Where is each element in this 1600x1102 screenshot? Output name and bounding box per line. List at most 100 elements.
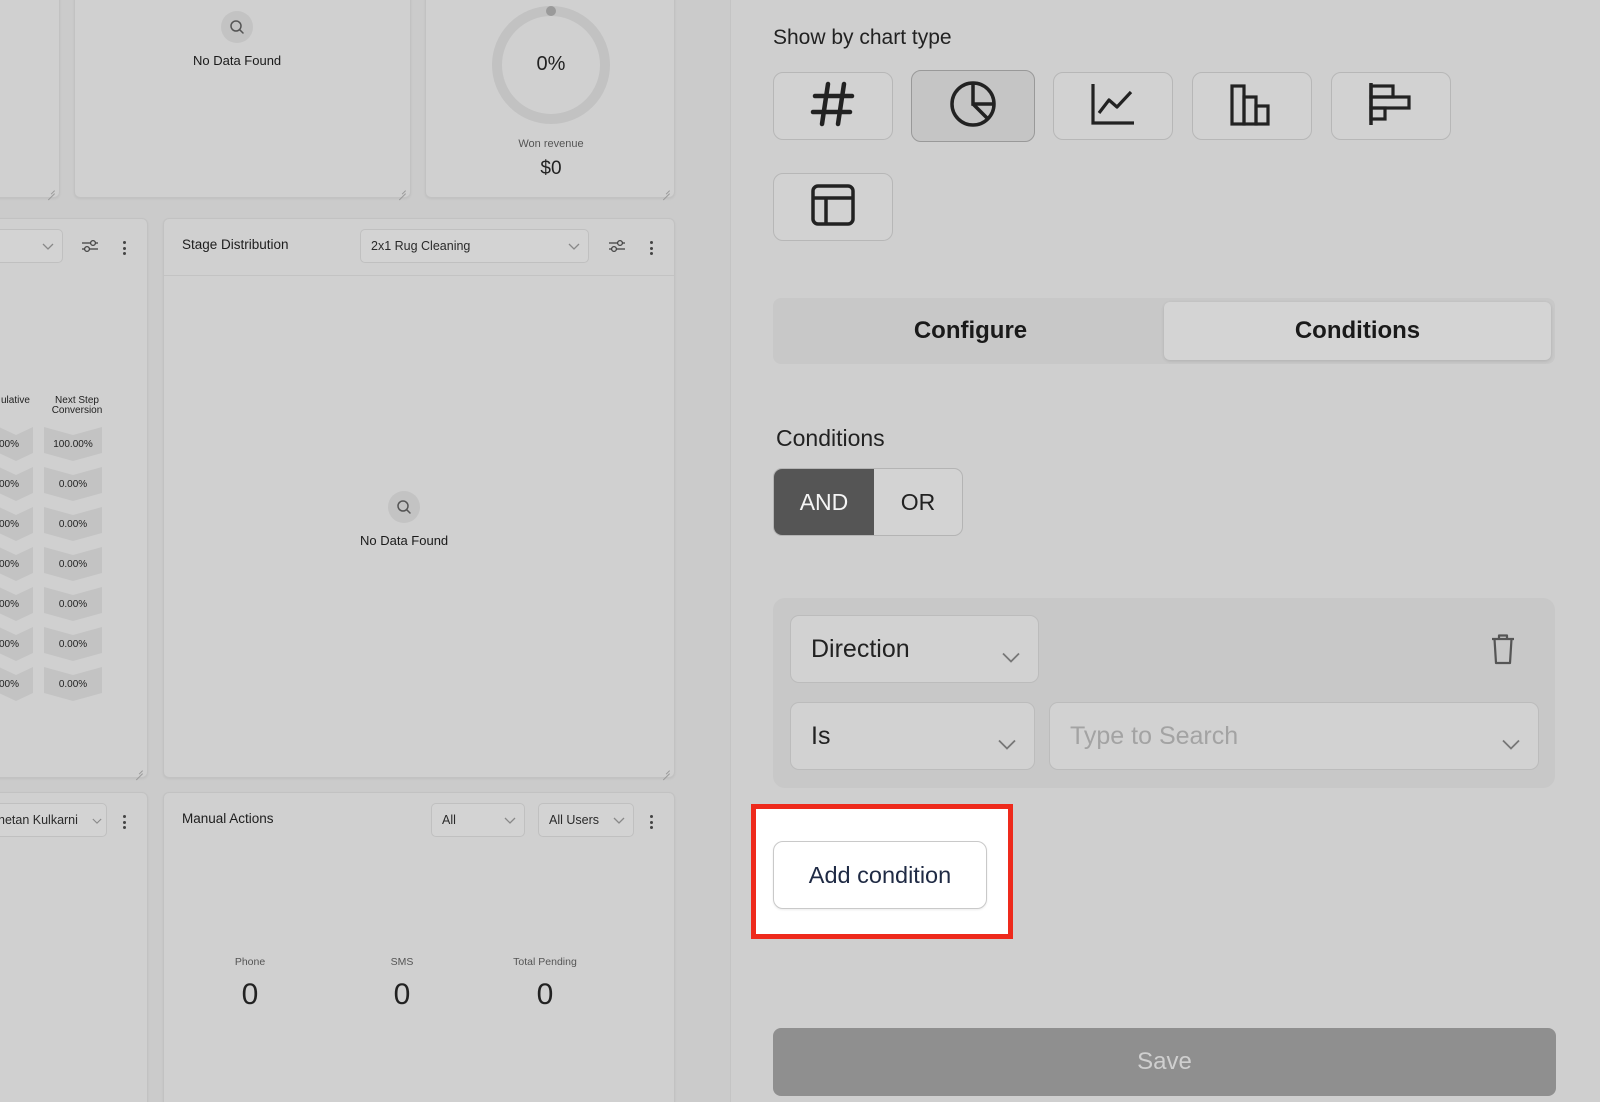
config-tabs: Configure Conditions (773, 298, 1555, 364)
condition-field-select[interactable]: Direction (790, 615, 1039, 683)
stat-label: Phone (234, 956, 266, 968)
funnel-cell: 00% (0, 467, 33, 501)
stage-distribution-card: Stage Distribution 2x1 Rug Cleaning No D… (163, 218, 675, 778)
funnel-cell: 0.00% (44, 547, 102, 581)
bar-chart-icon (1229, 82, 1275, 131)
header-line: Conversion (51, 405, 103, 416)
stat-label: Total Pending (513, 956, 577, 968)
funnel-cell: 00% (0, 587, 33, 621)
manual-actions-card: Manual Actions All All Users Phone 0 SMS… (163, 792, 675, 1102)
tab-conditions[interactable]: Conditions (1164, 302, 1551, 360)
chevron-down-icon (1002, 641, 1020, 670)
pipeline-select-value: 2x1 Rug Cleaning (371, 239, 471, 253)
chart-type-table-button[interactable] (773, 173, 893, 241)
chart-type-bar-button[interactable] (1192, 72, 1312, 140)
gauge-percent: 0% (536, 53, 566, 75)
next-step-conversion-header: Next Step Conversion (42, 396, 112, 416)
funnel-cell: 0.00% (44, 627, 102, 661)
condition-value-search[interactable]: Type to Search (1049, 702, 1539, 770)
chevron-down-icon (42, 240, 54, 254)
users-select-value: All Users (549, 813, 600, 827)
resize-handle[interactable] (133, 764, 143, 774)
filter-icon[interactable] (81, 239, 99, 258)
won-revenue-value: $0 (540, 158, 562, 179)
and-toggle[interactable]: AND (774, 469, 874, 535)
funnel-cell: 00% (0, 627, 33, 661)
dashboard-background: No Data Found 0% Won revenue $0 ulative … (0, 0, 730, 1102)
logic-toggle: AND OR (773, 468, 963, 536)
resize-handle[interactable] (660, 764, 670, 774)
action-filter-select[interactable]: All (431, 803, 525, 837)
stat-label: SMS (390, 956, 414, 968)
top-left-card (0, 0, 60, 198)
funnel-cell: 00% (0, 667, 33, 701)
save-button[interactable]: Save (773, 1028, 1556, 1096)
delete-condition-icon[interactable] (1490, 633, 1516, 670)
chart-type-number-button[interactable] (773, 72, 893, 140)
bottom-left-card: hetan Kulkarni (0, 792, 148, 1102)
funnel-select[interactable] (0, 229, 63, 263)
won-revenue-label: Won revenue (518, 138, 584, 150)
no-data-state: No Data Found (360, 491, 448, 548)
chevron-down-icon (568, 240, 580, 254)
users-select[interactable]: All Users (538, 803, 634, 837)
more-options-icon[interactable] (123, 241, 127, 258)
funnel-card: ulative Next Step Conversion 00% 00% 00% 00… (0, 218, 148, 778)
tab-configure[interactable]: Configure (777, 302, 1164, 360)
funnel-cell: 00% (0, 507, 33, 541)
condition-operator-select[interactable]: Is (790, 702, 1035, 770)
table-icon (810, 183, 856, 232)
chevron-down-icon (613, 814, 625, 828)
chevron-down-icon (92, 814, 102, 828)
funnel-cell: 00% (0, 547, 33, 581)
conditions-label: Conditions (776, 425, 885, 451)
resize-handle[interactable] (396, 184, 406, 194)
resize-handle[interactable] (660, 184, 670, 194)
chart-type-horizontal-bar-button[interactable] (1331, 72, 1451, 140)
stat-value: 0 (393, 978, 411, 1011)
filter-icon[interactable] (608, 239, 626, 258)
funnel-cell: 0.00% (44, 467, 102, 501)
pipeline-select[interactable]: 2x1 Rug Cleaning (360, 229, 589, 263)
more-options-icon[interactable] (650, 241, 654, 258)
card-header-divider (164, 275, 674, 276)
phone-stat: Phone 0 (210, 956, 290, 1012)
condition-value-placeholder: Type to Search (1070, 721, 1239, 750)
funnel-cell: 0.00% (44, 507, 102, 541)
line-chart-icon (1090, 82, 1136, 131)
pie-chart-icon (948, 79, 998, 134)
more-options-icon[interactable] (650, 815, 654, 832)
stat-value: 0 (536, 978, 554, 1011)
search-icon (221, 11, 254, 43)
top-middle-card: No Data Found (74, 0, 411, 198)
no-data-state: No Data Found (193, 11, 281, 68)
chart-type-line-button[interactable] (1053, 72, 1173, 140)
won-revenue-card: 0% Won revenue $0 (425, 0, 675, 198)
resize-handle[interactable] (45, 184, 55, 194)
or-toggle[interactable]: OR (874, 469, 962, 535)
total-pending-stat: Total Pending 0 (490, 956, 600, 1012)
more-options-icon[interactable] (123, 815, 127, 832)
add-condition-button[interactable]: Add condition (773, 841, 987, 909)
card-title: Manual Actions (182, 811, 274, 826)
funnel-cell: 100.00% (44, 427, 102, 461)
funnel-cell: 0.00% (44, 587, 102, 621)
card-title: Stage Distribution (182, 237, 289, 252)
hash-icon (809, 81, 857, 132)
no-data-text: No Data Found (360, 533, 449, 548)
funnel-cell: 0.00% (44, 667, 102, 701)
chart-type-label: Show by chart type (773, 26, 952, 49)
funnel-cell: 00% (0, 427, 33, 461)
user-select[interactable]: hetan Kulkarni (0, 803, 107, 837)
action-filter-value: All (442, 813, 456, 827)
condition-operator-value: Is (811, 721, 831, 750)
sms-stat: SMS 0 (362, 956, 442, 1012)
gauge-marker (546, 6, 556, 16)
chart-type-pie-button[interactable] (911, 70, 1035, 142)
stat-value: 0 (241, 978, 259, 1011)
condition-field-value: Direction (811, 634, 910, 663)
no-data-text: No Data Found (193, 53, 282, 68)
chevron-down-icon (998, 728, 1016, 757)
chevron-down-icon (504, 814, 516, 828)
cumulative-header: ulative (1, 395, 30, 406)
